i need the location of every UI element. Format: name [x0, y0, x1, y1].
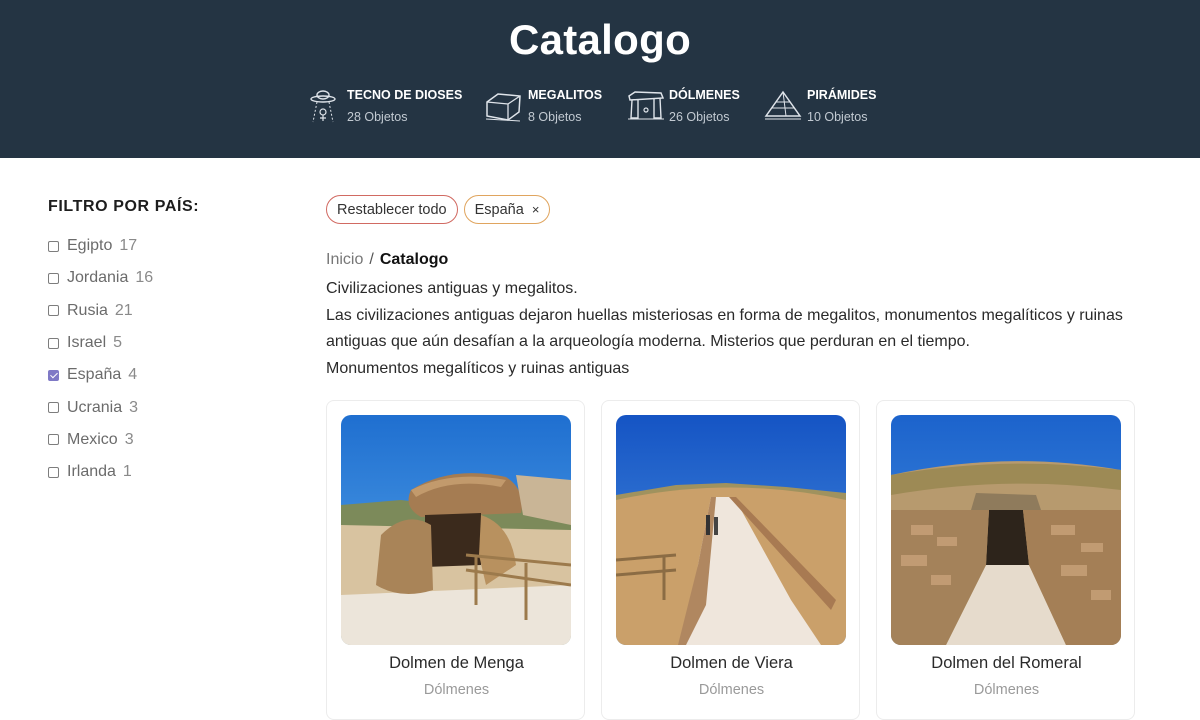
- category-tecno-de-dioses[interactable]: TECNO DE DIOSES 28 Objetos: [310, 84, 470, 128]
- filter-mexico[interactable]: Mexico 3: [48, 424, 153, 456]
- filter-checkbox[interactable]: [48, 305, 59, 317]
- filter-label: Mexico: [67, 430, 118, 448]
- product-card[interactable]: Dolmen de Menga Dólmenes: [326, 400, 585, 720]
- product-grid: Dolmen de Menga Dólmenes Dolmen de Viera…: [326, 400, 1136, 720]
- filter-checkbox[interactable]: [48, 466, 59, 478]
- filter-count: 1: [122, 463, 132, 481]
- filter-count: 21: [114, 301, 133, 319]
- filter-label: Egipto: [67, 237, 113, 255]
- breadcrumb-separator: /: [369, 251, 374, 268]
- category-megalitos[interactable]: MEGALITOS 8 Objetos: [484, 84, 614, 128]
- filter-egipto[interactable]: Egipto 17: [48, 230, 153, 262]
- category-nav: TECNO DE DIOSES 28 Objetos MEGALITOS 8 O…: [0, 84, 1200, 128]
- breadcrumb-current: Catalogo: [379, 251, 449, 268]
- filter-checkbox[interactable]: [48, 272, 59, 284]
- category-count: 8 Objetos: [528, 110, 582, 124]
- category-piramides[interactable]: PIRÁMIDES 10 Objetos: [764, 84, 894, 128]
- active-filters: Restablecer todo España ×: [326, 195, 551, 224]
- card-category: Dólmenes: [423, 682, 490, 698]
- filter-label: Rusia: [67, 301, 108, 319]
- card-image[interactable]: [341, 415, 571, 645]
- category-name: DÓLMENES: [669, 88, 740, 102]
- filter-label: España: [67, 366, 122, 384]
- reset-all-button[interactable]: Restablecer todo: [326, 195, 458, 224]
- ufo-icon: [310, 88, 336, 124]
- card-category: Dólmenes: [973, 682, 1040, 698]
- filter-count: 3: [129, 398, 139, 416]
- category-count: 26 Objetos: [669, 110, 730, 124]
- active-filter-chip[interactable]: España ×: [463, 195, 551, 224]
- filter-count: 16: [135, 269, 154, 287]
- filter-count: 3: [124, 430, 134, 448]
- filter-espana[interactable]: España 4: [48, 359, 153, 391]
- filter-israel[interactable]: Israel 5: [48, 327, 153, 359]
- product-card[interactable]: Dolmen del Romeral Dólmenes: [876, 400, 1135, 720]
- page-title: Catalogo: [508, 16, 692, 63]
- filter-checkbox[interactable]: [48, 434, 59, 446]
- category-count: 28 Objetos: [347, 110, 408, 124]
- category-count: 10 Objetos: [807, 110, 868, 124]
- filter-ucrania[interactable]: Ucrania 3: [48, 391, 153, 423]
- category-name: TECNO DE DIOSES: [347, 88, 463, 102]
- filter-count: 5: [113, 334, 123, 352]
- category-dolmenes[interactable]: DÓLMENES 26 Objetos: [627, 84, 757, 128]
- card-title[interactable]: Dolmen del Romeral: [877, 654, 1136, 673]
- filter-count: 17: [119, 237, 138, 255]
- dolmen-icon: [627, 88, 665, 122]
- category-name: PIRÁMIDES: [807, 88, 877, 102]
- filter-count: 4: [128, 366, 138, 384]
- category-name: MEGALITOS: [528, 88, 603, 102]
- breadcrumb-home-link[interactable]: Inicio: [326, 251, 363, 268]
- page-header: Catalogo TECNO DE DIOSES 28 Objetos MEGA…: [0, 0, 1200, 158]
- card-title[interactable]: Dolmen de Menga: [327, 654, 586, 673]
- filter-checkbox[interactable]: [48, 337, 59, 349]
- filter-checkbox[interactable]: [48, 240, 59, 252]
- product-card[interactable]: Dolmen de Viera Dólmenes: [601, 400, 860, 720]
- filter-label: Jordania: [67, 269, 129, 287]
- card-image[interactable]: [616, 415, 846, 645]
- card-title[interactable]: Dolmen de Viera: [602, 654, 861, 673]
- description-subheading: Monumentos megalíticos y ruinas antiguas: [326, 359, 630, 377]
- filter-label: Israel: [67, 334, 107, 352]
- filter-irlanda[interactable]: Irlanda 1: [48, 456, 153, 488]
- card-category: Dólmenes: [698, 682, 765, 698]
- close-icon[interactable]: ×: [532, 202, 540, 217]
- pyramid-icon: [764, 88, 802, 122]
- country-filter-list: Egipto 17 Jordania 16 Rusia 21 Israel 5 …: [48, 230, 153, 488]
- filter-title: FILTRO POR PAÍS:: [48, 198, 200, 215]
- filter-jordania[interactable]: Jordania 16: [48, 262, 153, 294]
- description-body: Las civilizaciones antiguas dejaron huel…: [326, 306, 1123, 351]
- description-heading: Civilizaciones antiguas y megalitos.: [326, 280, 578, 297]
- filter-checkbox[interactable]: [48, 402, 59, 414]
- filter-rusia[interactable]: Rusia 21: [48, 295, 153, 327]
- breadcrumb: Inicio / Catalogo: [326, 251, 448, 269]
- megalith-icon: [484, 88, 522, 122]
- filter-checkbox-checked[interactable]: [48, 369, 59, 381]
- card-image[interactable]: [891, 415, 1121, 645]
- filter-label: Irlanda: [67, 463, 116, 481]
- filter-label: Ucrania: [67, 398, 123, 416]
- catalog-description: Civilizaciones antiguas y megalitos. Las…: [326, 276, 1126, 382]
- chip-label: España: [474, 201, 524, 218]
